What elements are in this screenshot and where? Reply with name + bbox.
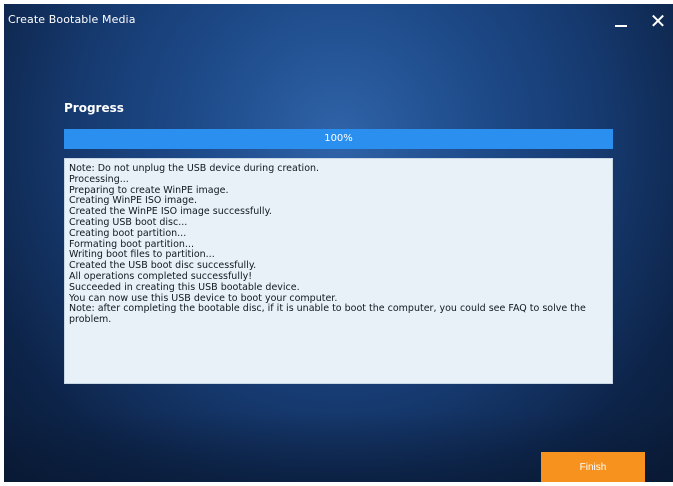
create-bootable-media-window: Create Bootable Media ✕ Progress 100% No…: [4, 4, 673, 482]
progress-heading: Progress: [64, 101, 124, 115]
log-output[interactable]: Note: Do not unplug the USB device durin…: [64, 158, 613, 384]
log-line: Creating boot partition...: [69, 227, 187, 239]
progress-bar: 100%: [64, 129, 613, 149]
finish-button[interactable]: Finish: [541, 452, 645, 482]
minimize-icon: [615, 25, 627, 27]
progress-percent-label: 100%: [324, 133, 353, 144]
log-line: Note: Do not unplug the USB device durin…: [69, 163, 320, 174]
close-button[interactable]: ✕: [647, 10, 669, 32]
log-line: Succeeded in creating this USB bootable …: [69, 281, 300, 293]
window-title: Create Bootable Media: [8, 13, 136, 26]
close-icon: ✕: [649, 9, 667, 33]
log-line: Processing...: [69, 173, 129, 185]
log-line: Note: after completing the bootable disc…: [69, 303, 589, 326]
minimize-button[interactable]: [610, 10, 632, 32]
